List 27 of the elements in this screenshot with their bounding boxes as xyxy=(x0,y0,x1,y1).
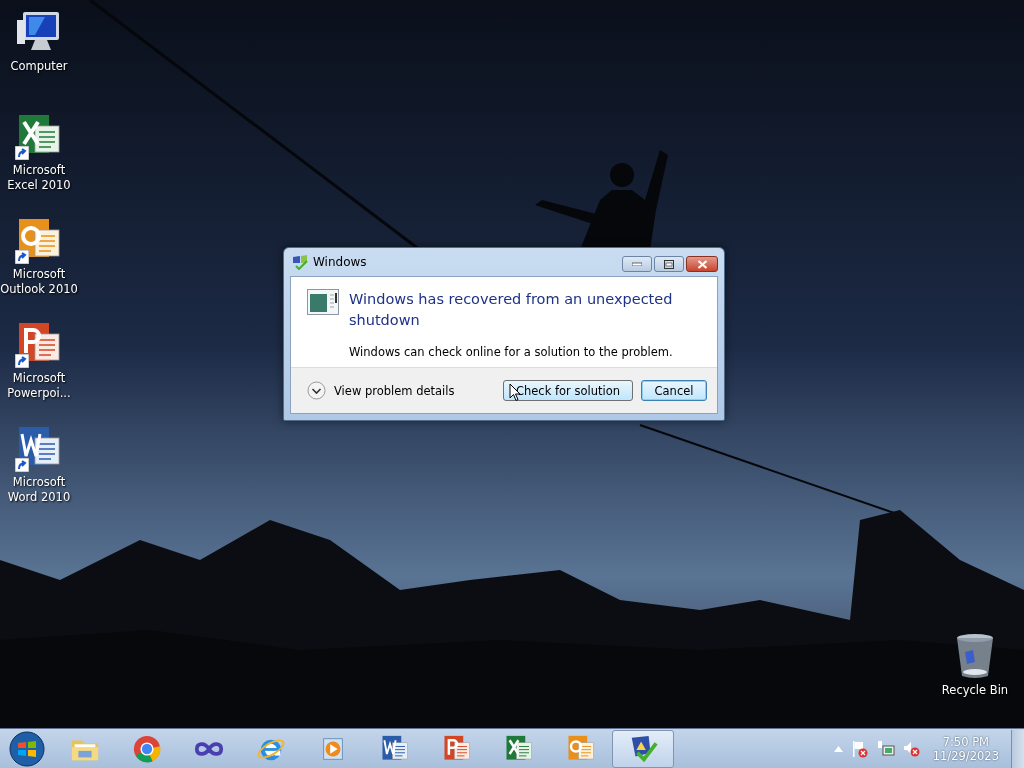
dialog-message: Windows can check online for a solution to the problem. xyxy=(349,345,674,359)
maximize-button[interactable] xyxy=(654,256,684,272)
recycle-bin-icon[interactable] xyxy=(955,632,995,680)
close-button[interactable] xyxy=(686,256,718,272)
desktop-icon-label[interactable]: Microsoft Word 2010 xyxy=(0,475,78,505)
cancel-button[interactable]: Cancel xyxy=(641,380,707,401)
window-warning-icon xyxy=(307,289,339,315)
windows-flag-icon xyxy=(292,254,308,270)
windows-logo-icon xyxy=(9,730,45,767)
flag-error-icon[interactable] xyxy=(850,739,869,758)
close-icon xyxy=(696,259,708,269)
desktop-icon-label[interactable]: Microsoft Outlook 2010 xyxy=(0,267,78,297)
show-desktop-button[interactable] xyxy=(1011,729,1024,768)
taskbar-button[interactable] xyxy=(612,729,674,768)
view-details-toggle[interactable]: View problem details xyxy=(307,381,455,400)
window-title: Windows xyxy=(313,255,368,269)
chevron-down-icon xyxy=(307,381,326,400)
desktop-icon-label[interactable]: Microsoft Excel 2010 xyxy=(0,163,78,193)
network-icon[interactable] xyxy=(876,739,895,758)
desktop-icon-label[interactable]: Recycle Bin xyxy=(936,683,1014,698)
minimize-icon xyxy=(632,262,642,266)
check-solution-button[interactable]: Check for solution xyxy=(502,380,633,401)
desktop-icon-label[interactable]: Microsoft Powerpoi... xyxy=(0,371,78,401)
browser-icon[interactable] xyxy=(132,733,162,764)
desktop-icon-label[interactable]: Computer xyxy=(0,59,78,74)
maximize-icon xyxy=(664,259,674,269)
dialog-heading: Windows has recovered from an unexpected shutdown xyxy=(349,290,674,330)
